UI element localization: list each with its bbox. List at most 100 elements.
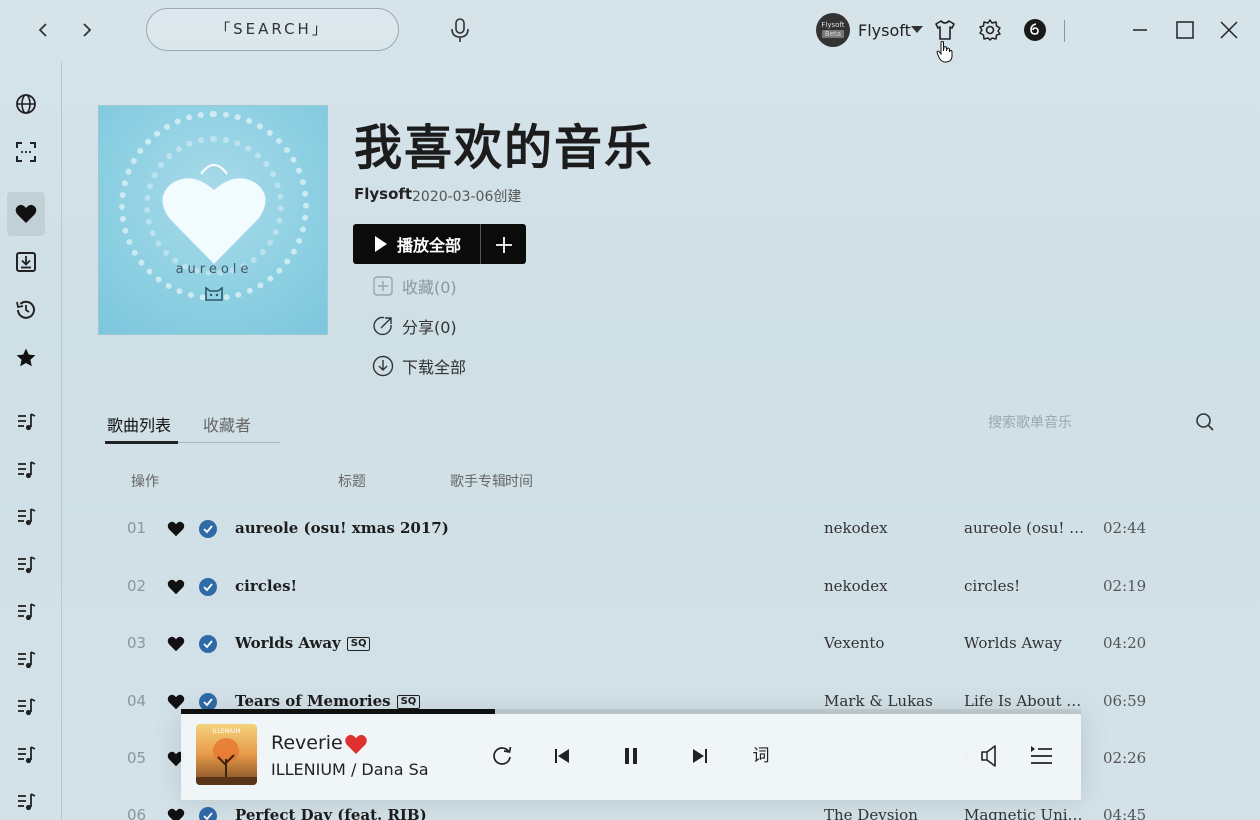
like-button[interactable] xyxy=(167,808,185,820)
album-art[interactable]: ILLENIUM xyxy=(196,724,257,785)
current-song-title[interactable]: Reverie xyxy=(271,732,343,754)
settings-button[interactable] xyxy=(978,18,1002,42)
minimize-button[interactable] xyxy=(1128,18,1152,42)
heart-icon xyxy=(15,204,37,223)
add-to-queue-button[interactable] xyxy=(481,224,526,264)
repeat-button[interactable] xyxy=(488,742,516,770)
song-album[interactable]: Life Is About … xyxy=(964,692,1092,710)
playlist-search-button[interactable] xyxy=(1194,411,1216,433)
like-button[interactable] xyxy=(167,579,185,595)
download-box-icon xyxy=(16,252,36,272)
song-album[interactable]: aureole (osu! … xyxy=(964,519,1092,537)
previous-button[interactable] xyxy=(548,742,576,770)
like-button[interactable] xyxy=(167,694,185,710)
song-duration: 02:19 xyxy=(1103,577,1147,595)
sidebar-item-playlist[interactable] xyxy=(7,448,45,492)
sidebar-item-playlist[interactable] xyxy=(7,685,45,729)
page-title: 我喜欢的音乐 xyxy=(354,120,655,176)
song-album[interactable]: Magnetic Uni… xyxy=(964,806,1092,820)
plus-icon xyxy=(495,237,512,253)
playlist-icon xyxy=(18,746,36,764)
column-title[interactable]: 标题 xyxy=(338,471,366,491)
song-artist[interactable]: Vexento xyxy=(824,634,884,652)
play-all-button[interactable]: 播放全部 xyxy=(353,224,481,264)
song-artist[interactable]: nekodex xyxy=(824,577,888,595)
song-artist[interactable]: Mark & Lukas xyxy=(824,692,933,710)
volume-button[interactable] xyxy=(977,742,1005,770)
heart-icon xyxy=(167,579,185,595)
table-row[interactable]: 03 Worlds Away SQ Vexento Worlds Away 04:20 xyxy=(105,624,1215,664)
sidebar-item-playlist[interactable] xyxy=(7,780,45,820)
like-button[interactable] xyxy=(167,521,185,537)
track-number: 06 xyxy=(127,806,147,820)
table-row[interactable]: 01 aureole (osu! xmas 2017) nekodex aureole… xyxy=(105,509,1215,549)
album-art-label: ILLENIUM xyxy=(212,728,241,735)
track-number: 04 xyxy=(127,692,147,710)
netease-button[interactable] xyxy=(1023,18,1047,42)
avatar-text: Flysoft xyxy=(821,21,845,29)
download-icon xyxy=(372,355,394,377)
song-title[interactable]: circles! xyxy=(235,577,297,595)
tab-song-list[interactable]: 歌曲列表 xyxy=(107,412,171,436)
pause-button[interactable] xyxy=(617,742,645,770)
sidebar-item-playlist[interactable] xyxy=(7,590,45,634)
back-button[interactable] xyxy=(32,18,56,42)
playlist-queue-button[interactable] xyxy=(1027,742,1055,770)
sidebar-item-playlist[interactable] xyxy=(7,543,45,587)
column-time[interactable]: 时间 xyxy=(505,471,533,491)
table-row[interactable]: 02 circles! nekodex circles! 02:19 xyxy=(105,567,1215,607)
song-title[interactable]: aureole (osu! xmas 2017) xyxy=(235,519,449,537)
title-bar: 「SEARCH」 Flysoft Beta Flysoft xyxy=(0,0,1260,62)
next-button[interactable] xyxy=(686,742,714,770)
sidebar-item-discover[interactable] xyxy=(7,82,45,126)
sidebar-item-liked[interactable] xyxy=(7,192,45,236)
column-artist[interactable]: 歌手 xyxy=(450,471,478,491)
downloaded-check-icon xyxy=(199,635,217,653)
voice-search-button[interactable] xyxy=(448,16,472,44)
hand-cursor-icon xyxy=(936,41,953,63)
sidebar-item-playlist[interactable] xyxy=(7,638,45,682)
username[interactable]: Flysoft xyxy=(858,21,911,40)
playlist-cover[interactable]: aureole xyxy=(98,105,328,335)
tab-subscribers[interactable]: 收藏者 xyxy=(203,412,251,436)
skin-button[interactable] xyxy=(933,18,957,42)
add-box-icon xyxy=(373,276,393,296)
song-title[interactable]: Worlds Away SQ xyxy=(235,634,371,652)
chevron-down-icon[interactable] xyxy=(911,26,923,33)
play-all-label: 播放全部 xyxy=(397,236,462,255)
collect-button[interactable]: 收藏(0) xyxy=(372,274,457,298)
current-song-artist[interactable]: ILLENIUM / Dana Sa xyxy=(271,760,429,779)
song-title[interactable]: Tears of Memories SQ xyxy=(235,692,421,710)
tree-art-icon xyxy=(196,738,257,785)
lyrics-button[interactable]: 词 xyxy=(747,742,775,770)
song-duration: 06:59 xyxy=(1103,692,1147,710)
sidebar-item-playlist[interactable] xyxy=(7,733,45,777)
chevron-left-icon xyxy=(38,23,47,37)
close-icon xyxy=(1220,21,1238,39)
song-artist[interactable]: The Devsion xyxy=(824,806,918,820)
history-icon xyxy=(16,300,35,319)
forward-button[interactable] xyxy=(74,18,98,42)
search-input[interactable]: 「SEARCH」 xyxy=(146,8,399,51)
download-all-button[interactable]: 下载全部 xyxy=(372,354,466,378)
like-button[interactable] xyxy=(344,734,368,755)
song-artist[interactable]: nekodex xyxy=(824,519,888,537)
sidebar-item-playlist[interactable] xyxy=(7,400,45,444)
sidebar-item-scan[interactable] xyxy=(7,130,45,174)
playlist-search-input[interactable]: 搜索歌单音乐 xyxy=(988,412,1072,432)
sidebar-item-favorites[interactable] xyxy=(7,336,45,380)
heart-filled-icon xyxy=(345,734,367,754)
sidebar-item-history[interactable] xyxy=(7,288,45,332)
close-button[interactable] xyxy=(1217,18,1241,42)
playlist-owner[interactable]: Flysoft xyxy=(354,185,412,203)
song-album[interactable]: circles! xyxy=(964,577,1092,595)
column-album[interactable]: 专辑 xyxy=(478,471,506,491)
share-button[interactable]: 分享(0) xyxy=(372,314,457,338)
sidebar-item-playlist[interactable] xyxy=(7,495,45,539)
maximize-button[interactable] xyxy=(1173,18,1197,42)
sidebar-item-downloads[interactable] xyxy=(7,240,45,284)
song-album[interactable]: Worlds Away xyxy=(964,634,1092,652)
avatar[interactable]: Flysoft Beta xyxy=(816,13,850,47)
like-button[interactable] xyxy=(167,636,185,652)
song-title[interactable]: Perfect Day (feat. RIB) xyxy=(235,806,427,820)
